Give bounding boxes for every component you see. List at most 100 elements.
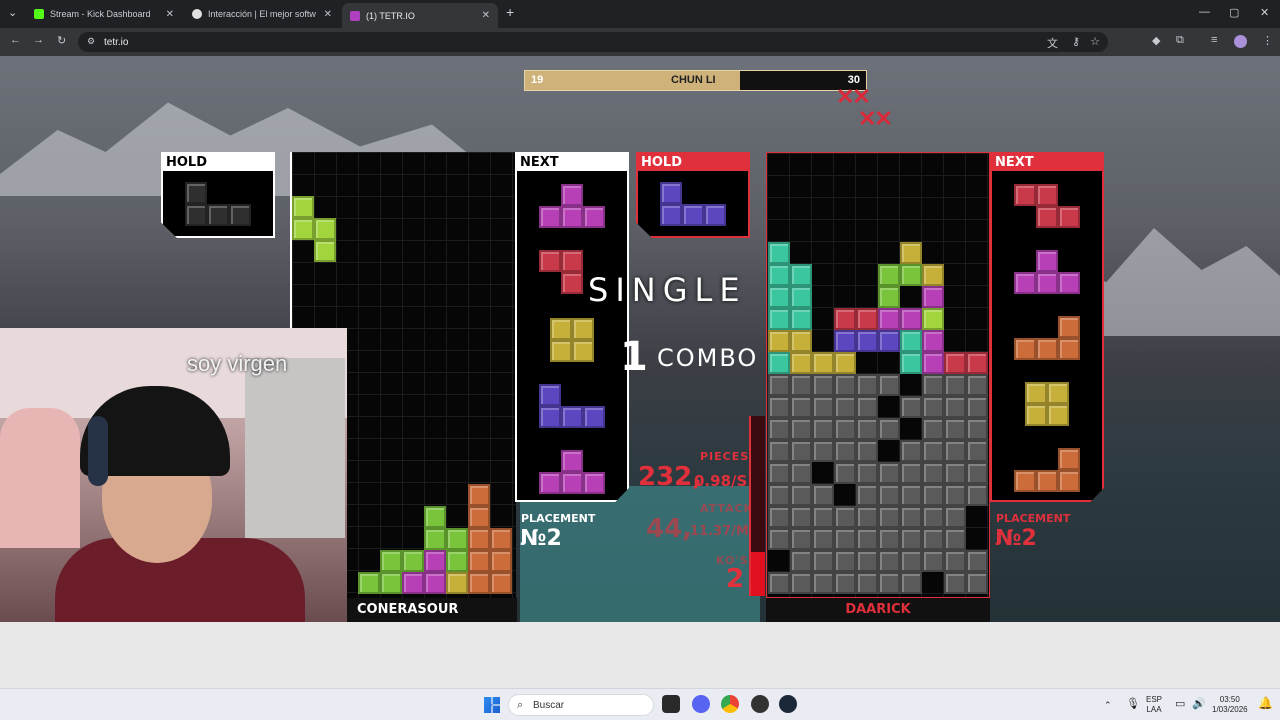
- garbage-block: [900, 484, 922, 506]
- tab-interaccion[interactable]: Interacción | El mejor softw ✕: [184, 3, 340, 25]
- stack-block: [900, 242, 922, 264]
- stack-block: [468, 506, 490, 528]
- forward-icon[interactable]: →: [33, 34, 44, 46]
- stack-block: [790, 308, 812, 330]
- taskbar-search[interactable]: ⌕ Buscar: [508, 694, 654, 716]
- tab-strip: ⌄ Stream - Kick Dashboard ✕ Interacción …: [0, 0, 1280, 28]
- extension-diamond-icon[interactable]: ◆: [1152, 34, 1160, 47]
- garbage-block: [944, 484, 966, 506]
- reload-icon[interactable]: ↻: [57, 34, 66, 47]
- game-viewport[interactable]: 19 CHUN LI 30 ✕✕ ✕✕ HOLD CONERASOUR NEXT…: [0, 56, 1280, 622]
- new-tab-icon[interactable]: +: [506, 4, 514, 20]
- tray-chevron-icon[interactable]: ⌃: [1104, 700, 1112, 710]
- address-bar[interactable]: ⚙ tetr.io 文 ⚷ ☆: [78, 32, 1108, 52]
- next-piece-block: [1036, 470, 1058, 492]
- close-icon[interactable]: ✕: [482, 10, 490, 21]
- language-indicator[interactable]: ESP LAA: [1146, 695, 1162, 715]
- apm-value: 11.37/M: [690, 524, 749, 539]
- tab-kick[interactable]: Stream - Kick Dashboard ✕: [26, 3, 182, 25]
- window-close-icon[interactable]: ✕: [1260, 6, 1269, 19]
- menu-dots-icon[interactable]: ⋮: [1262, 34, 1273, 47]
- next-piece-block: [1036, 338, 1058, 360]
- stack-block: [878, 330, 900, 352]
- minimize-icon[interactable]: —: [1199, 6, 1210, 18]
- network-icon[interactable]: ▭: [1175, 699, 1185, 710]
- stack-block: [922, 330, 944, 352]
- tab-tetrio[interactable]: (1) TETR.IO ✕: [342, 3, 498, 28]
- stack-block: [922, 286, 944, 308]
- stack-block: [790, 286, 812, 308]
- stack-block: [424, 550, 446, 572]
- garbage-block: [966, 440, 988, 462]
- garbage-block: [812, 550, 834, 572]
- page-bottom-area: [0, 622, 1280, 688]
- hold-piece-block: [660, 182, 682, 204]
- garbage-block: [790, 418, 812, 440]
- reading-list-icon[interactable]: ≡: [1211, 34, 1217, 46]
- tab-title: Stream - Kick Dashboard: [50, 9, 151, 19]
- password-key-icon[interactable]: ⚷: [1072, 35, 1080, 48]
- chrome-icon[interactable]: [721, 695, 739, 713]
- garbage-block: [834, 506, 856, 528]
- translate-icon[interactable]: 文: [1047, 35, 1058, 51]
- garbage-block: [944, 528, 966, 550]
- garbage-block: [922, 506, 944, 528]
- next-piece-block: [561, 472, 583, 494]
- garbage-x-icon: ✕✕: [858, 106, 893, 131]
- right-hold-box: HOLD: [636, 152, 750, 238]
- garbage-block: [900, 440, 922, 462]
- stack-block: [900, 308, 922, 330]
- right-board: [766, 152, 990, 598]
- garbage-block: [944, 374, 966, 396]
- stack-block: [834, 352, 856, 374]
- next-piece-block: [1058, 206, 1080, 228]
- garbage-block: [812, 374, 834, 396]
- garbage-block: [922, 440, 944, 462]
- notifications-bell-icon[interactable]: 🔔: [1258, 697, 1273, 709]
- url-text: tetr.io: [104, 36, 129, 48]
- garbage-block: [856, 550, 878, 572]
- garbage-block: [922, 528, 944, 550]
- bookmark-star-icon[interactable]: ☆: [1090, 35, 1100, 48]
- hold-piece-block: [207, 204, 229, 226]
- volume-icon[interactable]: 🔊: [1192, 699, 1206, 710]
- left-placement-value: №2: [520, 526, 562, 551]
- obs-icon[interactable]: [751, 695, 769, 713]
- hold-piece-block: [682, 204, 704, 226]
- garbage-block: [922, 374, 944, 396]
- steam-icon[interactable]: [779, 695, 797, 713]
- clock[interactable]: 03:50 1/03/2026: [1212, 695, 1248, 715]
- close-icon[interactable]: ✕: [324, 9, 332, 20]
- next-piece-block: [583, 206, 605, 228]
- profile-avatar-icon[interactable]: [1234, 35, 1247, 48]
- left-player-name: CONERASOUR: [347, 598, 517, 622]
- stack-block: [490, 572, 512, 594]
- stack-block: [834, 308, 856, 330]
- stack-block: [768, 286, 790, 308]
- garbage-block: [834, 528, 856, 550]
- next-piece-block: [1025, 404, 1047, 426]
- garbage-block: [768, 572, 790, 594]
- garbage-block: [834, 396, 856, 418]
- stack-block: [468, 550, 490, 572]
- microphone-icon[interactable]: 🎙: [1126, 699, 1140, 710]
- garbage-block: [768, 396, 790, 418]
- garbage-block: [900, 572, 922, 594]
- task-view-icon[interactable]: [662, 695, 680, 713]
- windows-start-icon[interactable]: [484, 697, 500, 713]
- extensions-puzzle-icon[interactable]: ⧉: [1176, 34, 1184, 47]
- garbage-block: [944, 572, 966, 594]
- back-icon[interactable]: ←: [10, 34, 21, 46]
- site-info-icon[interactable]: ⚙: [87, 36, 95, 47]
- stack-block: [768, 242, 790, 264]
- next-piece-block: [1058, 448, 1080, 470]
- stack-block: [490, 550, 512, 572]
- garbage-meter-fill: [751, 552, 765, 596]
- close-icon[interactable]: ✕: [166, 9, 174, 20]
- garbage-block: [944, 462, 966, 484]
- next-piece-block: [1058, 316, 1080, 338]
- tab-search-icon[interactable]: ⌄: [8, 6, 17, 19]
- next-piece-block: [572, 340, 594, 362]
- restore-icon[interactable]: ▢: [1229, 6, 1239, 19]
- discord-icon[interactable]: [692, 695, 710, 713]
